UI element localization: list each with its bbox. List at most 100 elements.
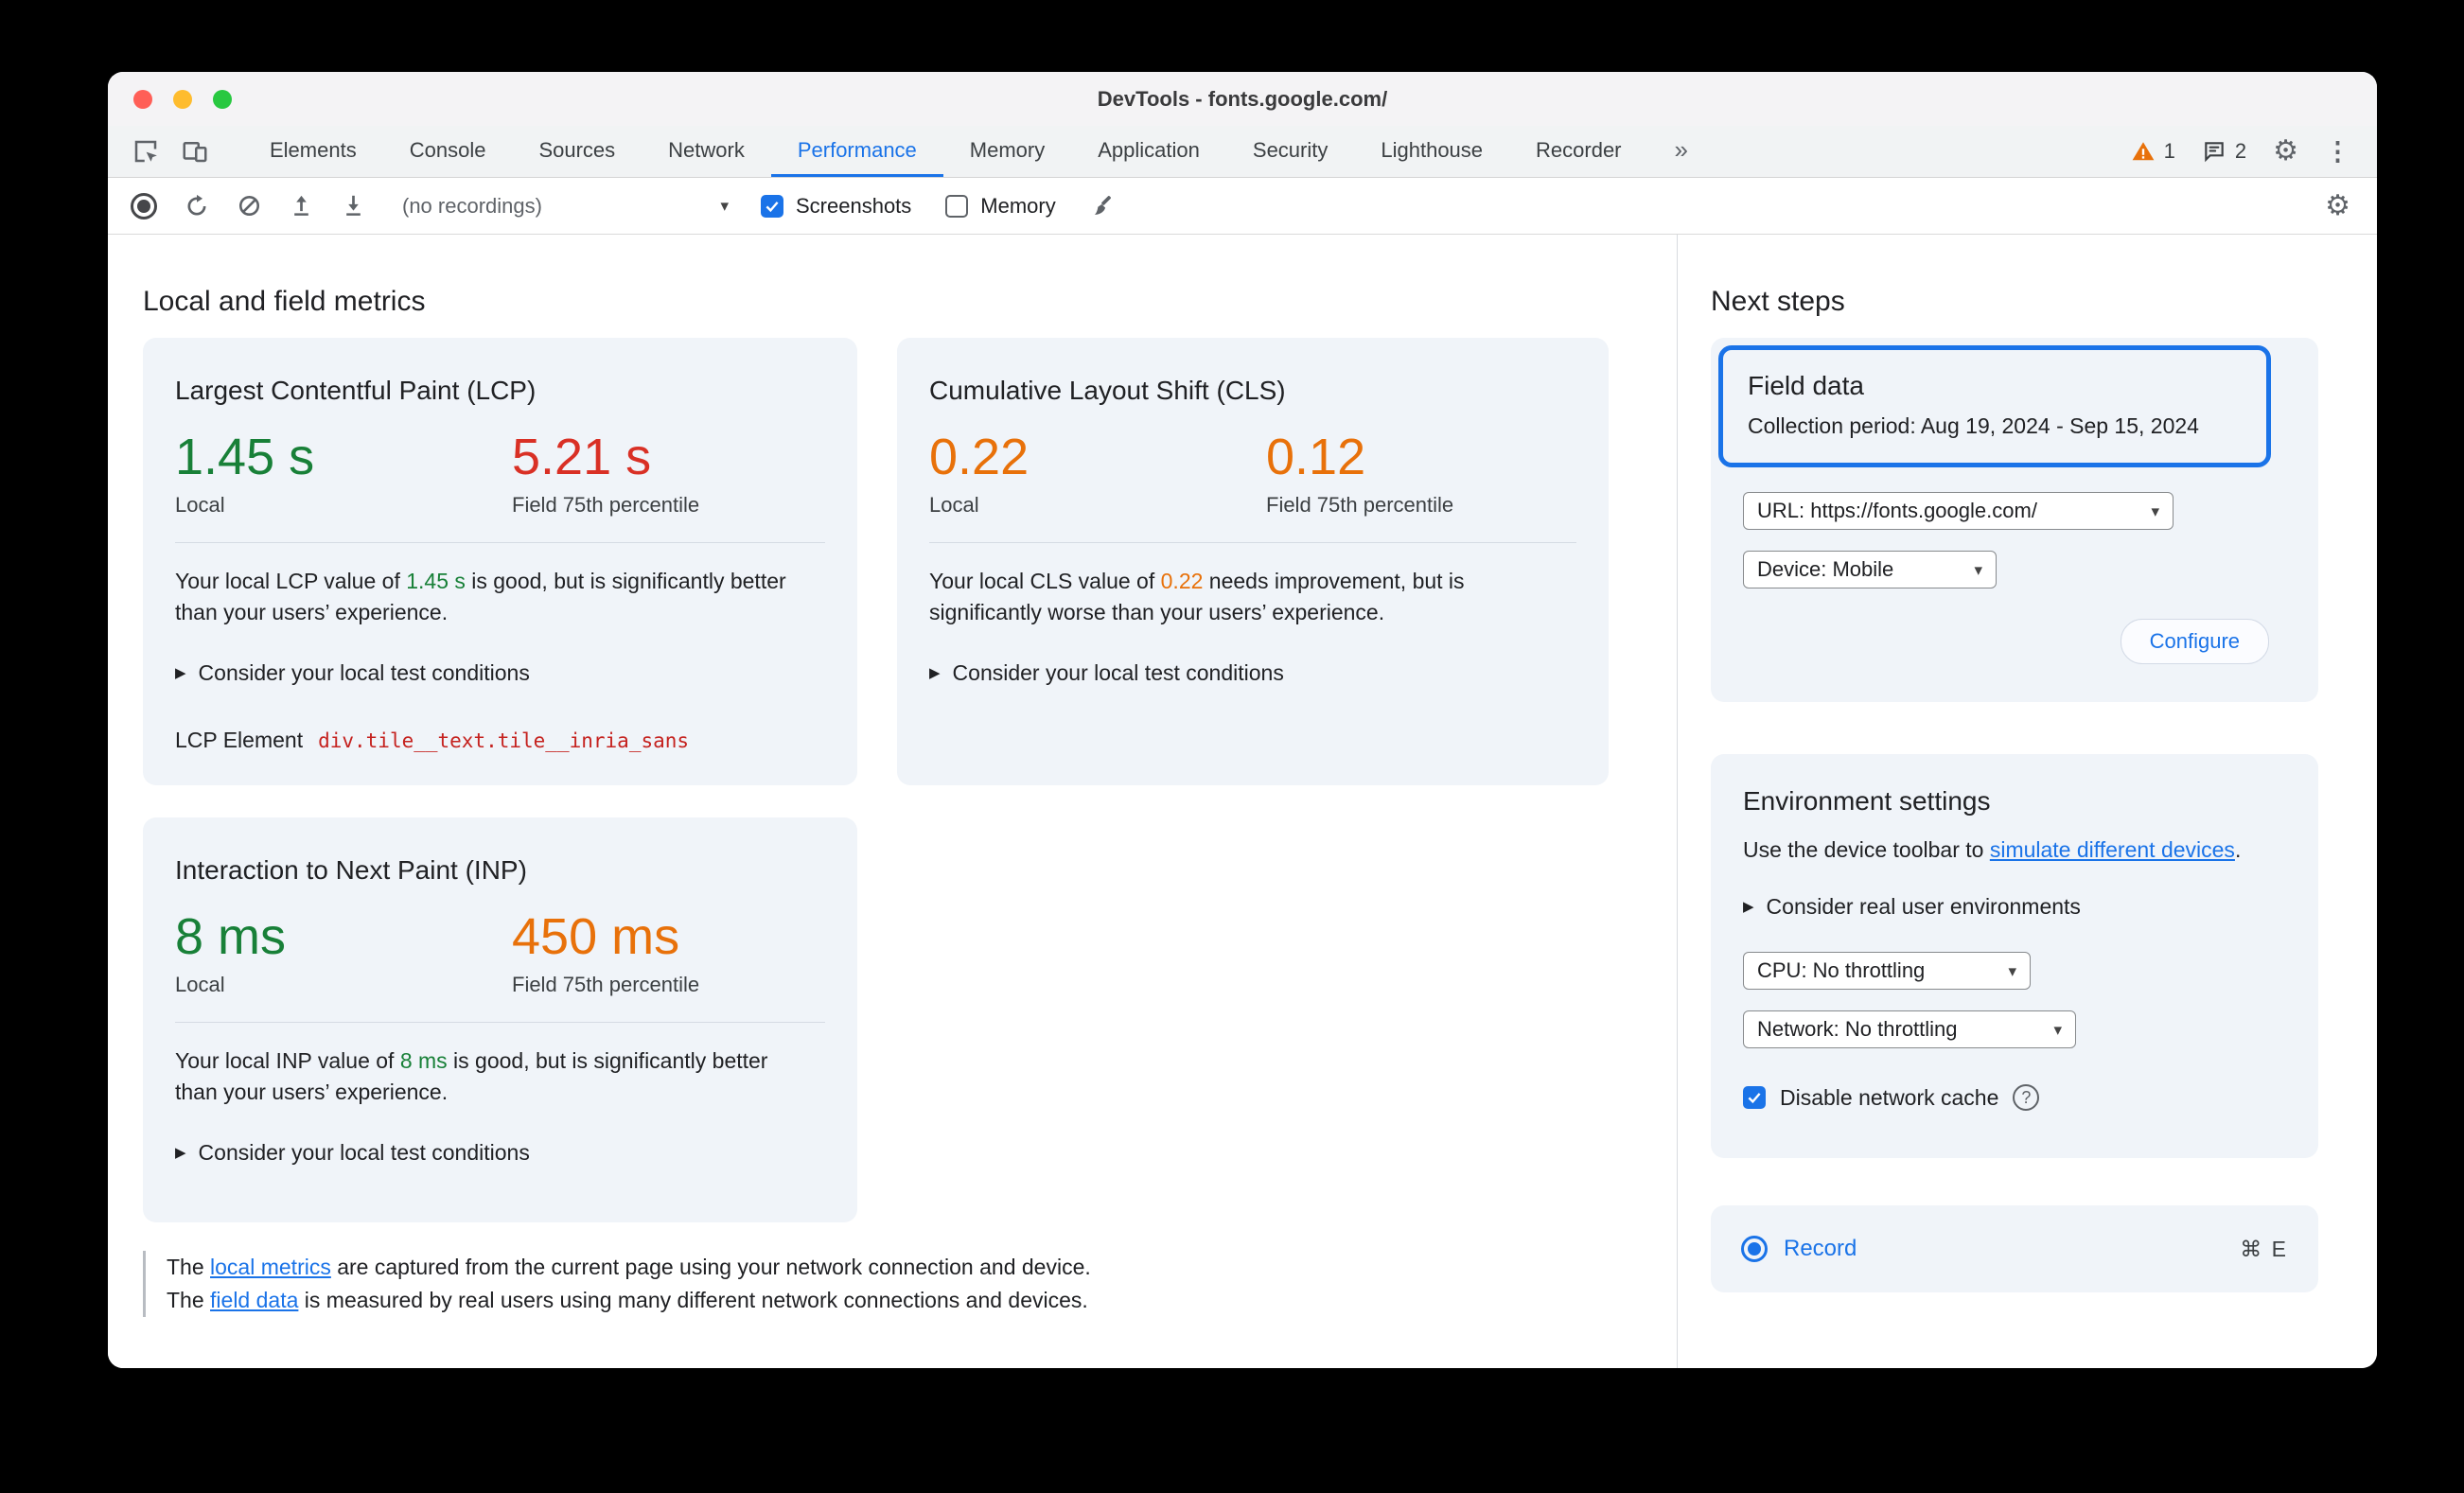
inp-description: Your local INP value of 8 ms is good, bu…: [175, 1045, 795, 1108]
lcp-test-conditions-disclosure[interactable]: ▶ Consider your local test conditions: [175, 660, 825, 686]
download-icon: [346, 195, 361, 216]
devtools-window: DevTools - fonts.google.com/ Elements Co…: [108, 72, 2377, 1368]
lcp-element-node-link[interactable]: div.tile__text.tile__inria_sans: [318, 729, 689, 752]
footnote-text: is measured by real users using many dif…: [298, 1288, 1088, 1312]
url-dropdown-value: URL: https://fonts.google.com/: [1757, 499, 2037, 522]
desc-text: Your local INP value of: [175, 1048, 400, 1073]
clear-icon: [238, 195, 260, 217]
tab-elements[interactable]: Elements: [243, 126, 383, 177]
tab-label: Console: [409, 137, 486, 162]
tab-application[interactable]: Application: [1071, 126, 1226, 177]
tab-lighthouse[interactable]: Lighthouse: [1354, 126, 1509, 177]
inp-local-label: Local: [175, 973, 225, 996]
capture-settings-gear-icon[interactable]: ⚙: [2325, 191, 2350, 220]
url-dropdown[interactable]: URL: https://fonts.google.com/ ▾: [1743, 492, 2174, 530]
tab-label: Memory: [969, 137, 1046, 162]
more-tabs-icon: »: [1674, 135, 1688, 164]
tab-security[interactable]: Security: [1226, 126, 1354, 177]
checkmark-icon: [1748, 1093, 1761, 1104]
save-profile-button[interactable]: [341, 193, 366, 219]
minimize-window-button[interactable]: [173, 89, 192, 109]
inp-card: Interaction to Next Paint (INP) 8 ms Loc…: [143, 817, 857, 1222]
field-data-card: Field data Collection period: Aug 19, 20…: [1711, 338, 2318, 702]
network-dropdown-value: Network: No throttling: [1757, 1017, 1958, 1041]
kebab-menu-icon[interactable]: ⋮: [2325, 138, 2350, 165]
cls-card: Cumulative Layout Shift (CLS) 0.22 Local…: [897, 338, 1609, 785]
inp-card-title: Interaction to Next Paint (INP): [175, 855, 527, 885]
checkmark-icon: [766, 201, 779, 212]
lcp-card-title: Largest Contentful Paint (LCP): [175, 376, 537, 405]
inspect-element-icon[interactable]: [125, 132, 167, 170]
cls-metrics-row: 0.22 Local 0.12 Field 75th percentile: [929, 429, 1576, 518]
issues-warning-button[interactable]: 1: [2131, 139, 2175, 164]
cls-desc-value: 0.22: [1160, 569, 1204, 593]
memory-label: Memory: [980, 193, 1056, 218]
help-icon[interactable]: ?: [2013, 1084, 2040, 1111]
record-button[interactable]: [131, 192, 157, 220]
field-data-title: Field data: [1748, 371, 1864, 400]
reload-and-record-button[interactable]: [184, 193, 210, 220]
memory-checkbox[interactable]: [945, 194, 969, 218]
collection-period: Collection period: Aug 19, 2024 - Sep 15…: [1748, 413, 2199, 438]
real-user-environments-disclosure[interactable]: ▶ Consider real user environments: [1743, 894, 2286, 920]
lcp-metrics-row: 1.45 s Local 5.21 s Field 75th percentil…: [175, 429, 825, 518]
inp-test-conditions-disclosure[interactable]: ▶ Consider your local test conditions: [175, 1140, 825, 1166]
lcp-local-value: 1.45 s: [175, 429, 315, 485]
tab-recorder[interactable]: Recorder: [1509, 126, 1647, 177]
inp-field-metric: 450 ms Field 75th percentile: [512, 908, 699, 997]
lcp-description: Your local LCP value of 1.45 s is good, …: [175, 566, 795, 628]
record-action-button[interactable]: Record: [1741, 1236, 1857, 1262]
device-toolbar-icon[interactable]: [174, 132, 216, 170]
tab-console[interactable]: Console: [383, 126, 513, 177]
configure-button[interactable]: Configure: [2120, 619, 2269, 664]
tab-label: Security: [1252, 137, 1329, 162]
disable-cache-label: Disable network cache: [1780, 1084, 1999, 1110]
issues-message-button[interactable]: 2: [2202, 139, 2246, 164]
recordings-dropdown[interactable]: (no recordings) ▾: [402, 194, 729, 219]
tab-performance[interactable]: Performance: [770, 126, 943, 177]
disable-cache-checkbox[interactable]: [1743, 1086, 1766, 1109]
device-dropdown[interactable]: Device: Mobile ▾: [1743, 551, 1997, 588]
tab-label: Elements: [270, 137, 357, 162]
zoom-window-button[interactable]: [213, 89, 232, 109]
lcp-field-metric: 5.21 s Field 75th percentile: [512, 429, 699, 518]
field-data-link[interactable]: field data: [210, 1288, 298, 1312]
cls-field-metric: 0.12 Field 75th percentile: [1266, 429, 1453, 518]
footnote-line-2: The field data is measured by real users…: [167, 1284, 1677, 1317]
panel-content: Local and field metrics Largest Contentf…: [108, 235, 2377, 1368]
footnote-line-1: The local metrics are captured from the …: [167, 1251, 1677, 1284]
disclosure-label: Consider your local test conditions: [198, 660, 530, 685]
environment-settings-card: Environment settings Use the device tool…: [1711, 754, 2318, 1158]
tab-label: Network: [668, 137, 745, 162]
lcp-card: Largest Contentful Paint (LCP) 1.45 s Lo…: [143, 338, 857, 785]
lcp-local-metric: 1.45 s Local: [175, 429, 512, 518]
tab-sources[interactable]: Sources: [512, 126, 642, 177]
clear-recordings-button[interactable]: [237, 193, 262, 219]
network-throttling-dropdown[interactable]: Network: No throttling ▾: [1743, 1010, 2076, 1048]
record-shortcut: ⌘ E: [2240, 1236, 2288, 1261]
inp-field-value: 450 ms: [512, 908, 680, 965]
screenshots-label: Screenshots: [796, 193, 912, 218]
cls-test-conditions-disclosure[interactable]: ▶ Consider your local test conditions: [929, 660, 1576, 686]
desc-text: .: [2234, 837, 2242, 862]
metric-cards-grid: Largest Contentful Paint (LCP) 1.45 s Lo…: [143, 338, 1677, 1222]
collect-garbage-button[interactable]: [1090, 193, 1117, 220]
local-metrics-link[interactable]: local metrics: [210, 1255, 331, 1279]
cpu-throttling-dropdown[interactable]: CPU: No throttling ▾: [1743, 952, 2031, 990]
simulate-devices-link[interactable]: simulate different devices: [1990, 837, 2235, 862]
close-window-button[interactable]: [133, 89, 152, 109]
message-count: 2: [2234, 139, 2247, 163]
environment-description: Use the device toolbar to simulate diffe…: [1743, 834, 2286, 866]
settings-gear-icon[interactable]: ⚙: [2273, 137, 2298, 166]
more-tabs-button[interactable]: »: [1648, 126, 1715, 177]
disclosure-label: Consider your local test conditions: [198, 1140, 530, 1165]
collect-garbage-icon: [1094, 195, 1111, 215]
screenshots-checkbox[interactable]: [761, 194, 783, 218]
next-steps-sidebar: Next steps Field data Collection period:…: [1678, 235, 2377, 1368]
tab-network[interactable]: Network: [642, 126, 771, 177]
load-profile-button[interactable]: [289, 193, 314, 219]
tab-memory[interactable]: Memory: [943, 126, 1071, 177]
field-data-highlight-box: Field data Collection period: Aug 19, 20…: [1718, 345, 2271, 467]
inp-field-label: Field 75th percentile: [512, 973, 700, 996]
tabbar-right-icons: 1 2 ⚙ ⋮: [2131, 126, 2377, 177]
